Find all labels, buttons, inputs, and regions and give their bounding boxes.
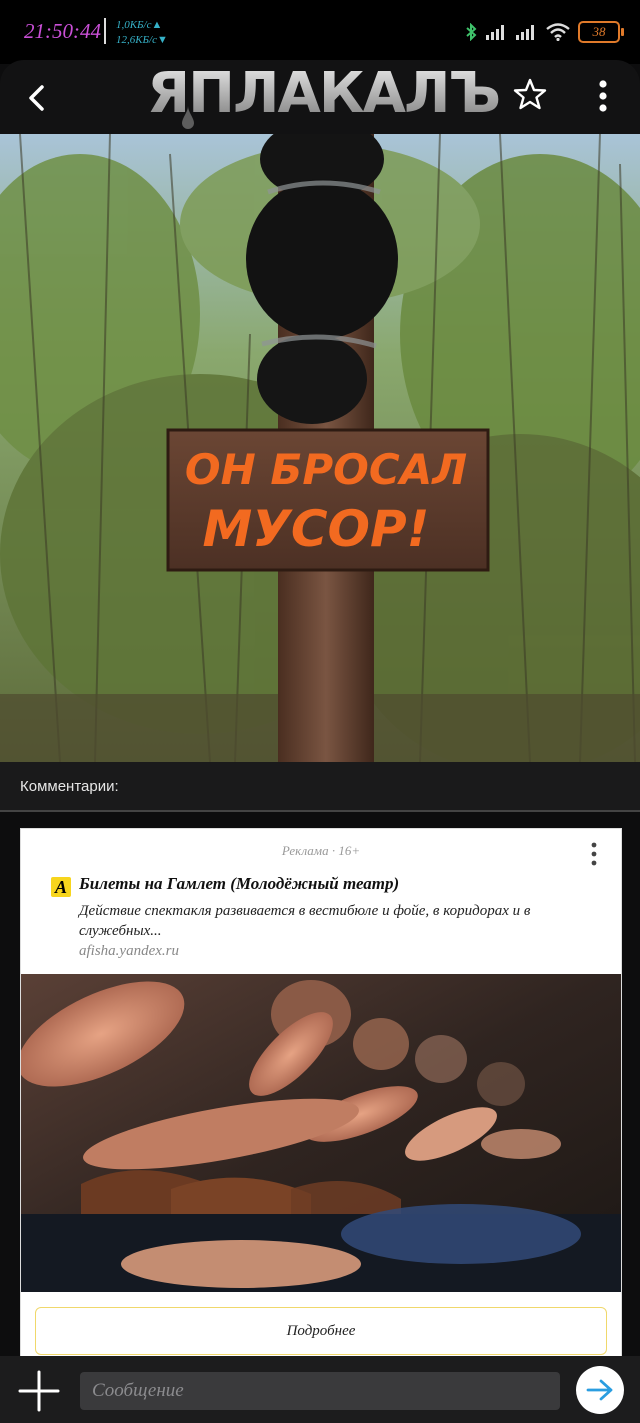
site-logo[interactable]: ЯПЛАКАЛЪ [147, 64, 501, 124]
message-input[interactable] [80, 1372, 560, 1410]
comments-header: Комментарии: [0, 762, 640, 812]
star-outline-icon[interactable] [512, 76, 548, 112]
signal-icon [486, 25, 504, 40]
post-photo[interactable]: ОН БРОСАЛ МУСОР! [0, 134, 640, 762]
sign-text-line-1: ОН БРОСАЛ [185, 445, 467, 494]
upload-speed: 1,0КБ/с▲ [116, 19, 163, 31]
network-speed: 1,0КБ/с▲ 12,6КБ/с▼ [116, 18, 168, 48]
bluetooth-icon [466, 23, 477, 41]
status-time: 21:50:44 [24, 19, 101, 43]
download-speed: 12,6КБ/с▼ [116, 34, 168, 46]
status-bar: 21:50:44 1,0КБ/с▲ 12,6КБ/с▼ 38 [0, 0, 640, 64]
message-composer [0, 1356, 640, 1423]
battery-icon: 38 [578, 21, 624, 43]
battery-level: 38 [592, 24, 606, 39]
afisha-logo-icon: A [51, 877, 71, 897]
logo-drop-icon [182, 106, 194, 129]
ad-more-button[interactable]: Подробнее [35, 1307, 607, 1355]
signal-icon [516, 25, 534, 40]
send-button[interactable] [576, 1366, 624, 1414]
wifi-icon [546, 23, 570, 41]
ad-card[interactable]: Реклама · 16+ A Билеты на Гамлет (Молодё… [20, 828, 622, 1370]
arrow-right-icon [586, 1379, 613, 1401]
status-divider [104, 18, 106, 44]
ad-image[interactable] [21, 974, 621, 1292]
more-vertical-icon[interactable] [587, 841, 601, 867]
more-vertical-icon[interactable] [590, 78, 616, 114]
status-icons: 38 [464, 20, 624, 44]
ad-title[interactable]: Билеты на Гамлет (Молодёжный театр) [79, 874, 405, 894]
comments-label: Комментарии: [20, 778, 119, 795]
ad-description: Действие спектакля развивается в вестибю… [79, 903, 531, 939]
ad-domain[interactable]: afisha.yandex.ru [79, 943, 179, 960]
sign-text-line-2: МУСОР! [203, 500, 430, 558]
ad-label: Реклама · 16+ [281, 843, 361, 858]
plus-icon[interactable] [17, 1369, 61, 1413]
chevron-left-icon[interactable] [18, 78, 58, 118]
